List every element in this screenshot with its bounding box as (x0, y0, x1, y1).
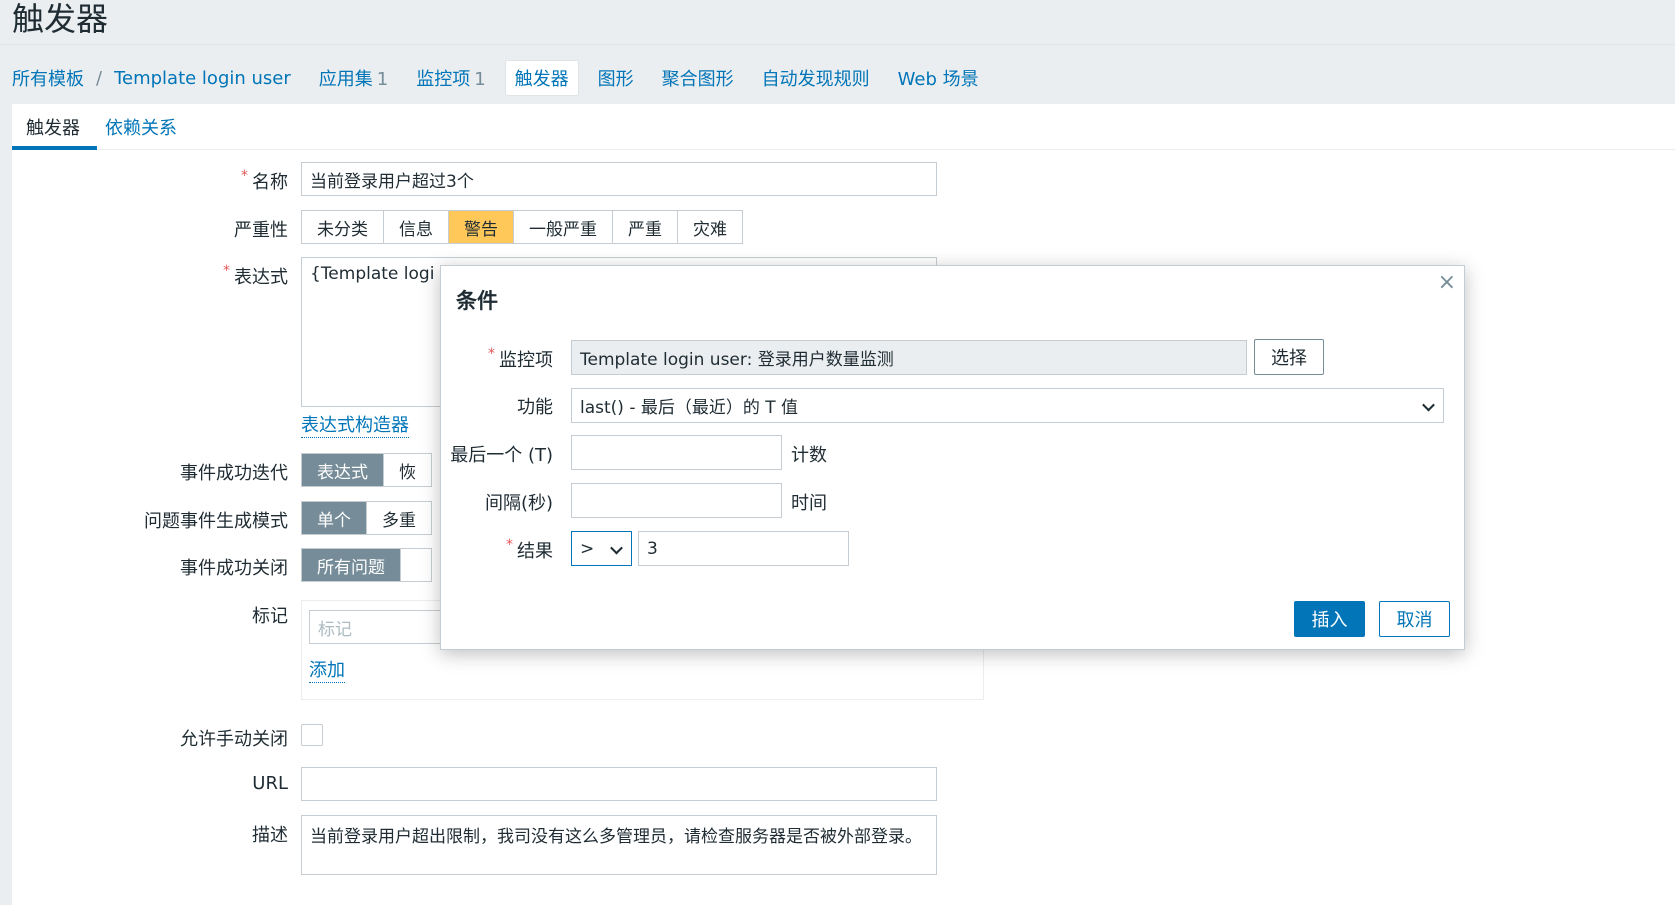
ok-close-label: 事件成功关闭 (180, 558, 288, 579)
name-label: * 名称 (0, 168, 288, 194)
problem-mode-label: 问题事件生成模式 (144, 511, 288, 532)
manual-close-checkbox[interactable] (301, 724, 323, 746)
tab-triggers[interactable]: 触发器 (26, 114, 80, 140)
last-t-suffix: 计数 (791, 445, 827, 466)
breadcrumb-separator: / (96, 67, 103, 89)
last-t-label: 最后一个 (T) (450, 445, 553, 466)
problem-mode-selector: 单个 多重 (301, 501, 432, 535)
description-textarea[interactable]: 当前登录用户超出限制，我司没有这么多管理员，请检查服务器是否被外部登录。 (301, 815, 937, 875)
ok-close-all-problems[interactable]: 所有问题 (302, 549, 401, 581)
tags-label: 标记 (252, 606, 288, 627)
url-field[interactable] (301, 767, 937, 801)
required-marker: * (241, 168, 248, 184)
nav-discovery-rules[interactable]: 自动发现规则 (762, 65, 870, 91)
ok-event-expression-option[interactable]: 表达式 (302, 454, 384, 486)
result-label-text: 结果 (517, 541, 553, 562)
tag-add-link[interactable]: 添加 (309, 660, 345, 683)
dialog-title: 条件 (456, 289, 498, 313)
ok-close-other-option[interactable] (401, 549, 431, 581)
function-select-value: last() - 最后（最近）的 T 值 (580, 398, 799, 418)
insert-button[interactable]: 插入 (1294, 601, 1365, 637)
problem-mode-single[interactable]: 单个 (302, 502, 367, 534)
result-operator-select[interactable]: > (571, 531, 632, 566)
nav-items[interactable]: 监控项 1 (416, 65, 485, 91)
ok-event-generation-label: 事件成功迭代 (180, 463, 288, 484)
ok-close-selector: 所有问题 (301, 548, 432, 582)
nav-web-scenarios[interactable]: Web 场景 (898, 65, 979, 91)
tab-active-indicator (12, 146, 97, 150)
interval-input[interactable] (571, 483, 782, 518)
nav-applications-label: 应用集 (318, 69, 373, 90)
breadcrumb-all-templates[interactable]: 所有模板 (12, 65, 84, 91)
result-value-input[interactable]: 3 (638, 531, 849, 566)
expression-builder-link[interactable]: 表达式构造器 (301, 415, 409, 438)
url-label: URL (252, 773, 288, 794)
required-marker: * (223, 263, 230, 279)
function-select[interactable]: last() - 最后（最近）的 T 值 (571, 388, 1444, 423)
nav-triggers[interactable]: 触发器 (504, 60, 579, 96)
breadcrumb-template[interactable]: Template login user (114, 68, 291, 89)
problem-mode-multiple[interactable]: 多重 (367, 502, 431, 534)
severity-selector: 未分类 信息 警告 一般严重 严重 灾难 (301, 210, 743, 244)
ok-event-recovery-option[interactable]: 恢 (384, 454, 431, 486)
nav-screens[interactable]: 聚合图形 (662, 65, 734, 91)
name-label-text: 名称 (252, 172, 288, 193)
severity-disaster[interactable]: 灾难 (678, 211, 742, 243)
page-title: 触发器 (12, 0, 109, 38)
expression-label: * 表达式 (0, 263, 288, 289)
nav-applications-count: 1 (376, 69, 389, 90)
interval-label: 间隔(秒) (484, 493, 553, 514)
chevron-down-icon (610, 541, 623, 554)
tab-dependencies[interactable]: 依赖关系 (105, 114, 177, 140)
required-marker: * (488, 346, 495, 362)
manual-close-label: 允许手动关闭 (180, 729, 288, 750)
item-label: * 监控项 (441, 346, 553, 372)
tab-bar: 触发器 依赖关系 (12, 104, 1675, 150)
result-operator-value: > (580, 538, 595, 559)
expression-label-text: 表达式 (234, 267, 288, 288)
close-icon[interactable]: × (1438, 270, 1456, 295)
chevron-down-icon (1422, 398, 1435, 411)
required-marker: * (506, 537, 513, 553)
breadcrumb: 所有模板 / Template login user 应用集 1 监控项 1 触发器… (12, 60, 1007, 96)
severity-information[interactable]: 信息 (384, 211, 449, 243)
interval-suffix: 时间 (791, 493, 827, 514)
cancel-button[interactable]: 取消 (1379, 601, 1450, 637)
ok-event-generation-selector: 表达式 恢 (301, 453, 432, 487)
result-label: * 结果 (441, 537, 553, 563)
severity-warning[interactable]: 警告 (449, 211, 514, 243)
description-label: 描述 (252, 825, 288, 846)
severity-average[interactable]: 一般严重 (514, 211, 613, 243)
severity-high[interactable]: 严重 (613, 211, 678, 243)
severity-not-classified[interactable]: 未分类 (302, 211, 384, 243)
name-field[interactable]: 当前登录用户超过3个 (301, 162, 937, 196)
nav-graphs[interactable]: 图形 (598, 65, 634, 91)
condition-dialog: 条件 × * 监控项 Template login user: 登录用户数量监测 … (440, 265, 1465, 650)
header-divider (0, 44, 1675, 45)
severity-label: 严重性 (234, 220, 288, 241)
function-label: 功能 (517, 397, 553, 418)
select-item-button[interactable]: 选择 (1254, 339, 1324, 375)
item-label-text: 监控项 (499, 350, 553, 371)
item-field: Template login user: 登录用户数量监测 (571, 340, 1247, 375)
last-t-input[interactable] (571, 435, 782, 470)
nav-items-label: 监控项 (416, 69, 471, 90)
nav-items-count: 1 (474, 69, 486, 90)
nav-applications[interactable]: 应用集 1 (319, 65, 388, 91)
